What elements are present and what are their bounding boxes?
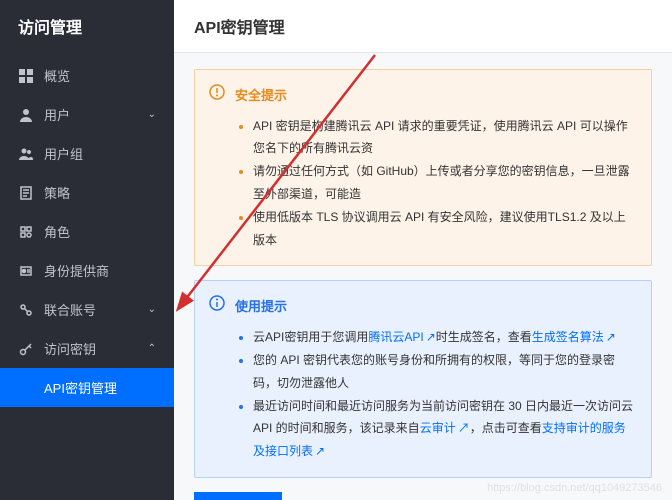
idp-icon [18, 263, 34, 279]
sidebar: 访问管理 概览 用户 ⌄ 用户组 策略 角色 身份提供商 联合账号 ⌄ 访问密钥… [0, 0, 174, 500]
link-api[interactable]: 腾讯云API↗ [368, 330, 435, 344]
banner-title: 安全提示 [235, 84, 635, 109]
create-key-button[interactable]: 新建密钥 [194, 492, 282, 500]
security-banner: 安全提示 API 密钥是构建腾讯云 API 请求的重要凭证，使用腾讯云 API … [194, 69, 652, 266]
usage-banner: 使用提示 云API密钥用于您调用腾讯云API↗时生成签名，查看生成签名算法↗ 您… [194, 280, 652, 477]
sidebar-item-policies[interactable]: 策略 [0, 173, 174, 212]
sidebar-item-label: API密钥管理 [44, 378, 117, 397]
users-icon [18, 146, 34, 162]
sidebar-item-label: 概览 [44, 66, 70, 85]
sidebar-item-label: 访问密钥 [44, 339, 96, 358]
chevron-down-icon: ⌄ [148, 304, 156, 315]
warning-icon [209, 84, 225, 108]
external-icon: ↗ [315, 444, 325, 458]
info-icon [209, 295, 225, 319]
external-icon: ↗ [426, 330, 436, 344]
sidebar-item-label: 策略 [44, 183, 70, 202]
external-icon: ↗ [606, 330, 616, 344]
overview-icon [18, 68, 34, 84]
sidebar-item-api-key-mgmt[interactable]: API密钥管理 [0, 368, 174, 407]
sidebar-item-label: 用户组 [44, 144, 83, 163]
sidebar-item-overview[interactable]: 概览 [0, 56, 174, 95]
sidebar-title: 访问管理 [0, 0, 174, 56]
sidebar-item-idp[interactable]: 身份提供商 [0, 251, 174, 290]
link-audit[interactable]: 云审计↗ [420, 421, 470, 435]
banner-item: 使用低版本 TLS 协议调用云 API 有安全风险，建议使用TLS1.2 及以上… [253, 206, 635, 252]
sidebar-item-users[interactable]: 用户 ⌄ [0, 95, 174, 134]
sidebar-item-roles[interactable]: 角色 [0, 212, 174, 251]
banner-item: 云API密钥用于您调用腾讯云API↗时生成签名，查看生成签名算法↗ [253, 326, 635, 349]
banner-item: 您的 API 密钥代表您的账号身份和所拥有的权限，等同于您的登录密码，切勿泄露他… [253, 349, 635, 395]
federated-icon [18, 302, 34, 318]
banner-item: API 密钥是构建腾讯云 API 请求的重要凭证，使用腾讯云 API 可以操作您… [253, 115, 635, 161]
sidebar-item-federated[interactable]: 联合账号 ⌄ [0, 290, 174, 329]
chevron-up-icon: ⌃ [148, 343, 156, 354]
banner-item: 最近访问时间和最近访问服务为当前访问密钥在 30 日内最近一次访问云 API 的… [253, 395, 635, 463]
sidebar-item-label: 角色 [44, 222, 70, 241]
sidebar-item-label: 联合账号 [44, 300, 96, 319]
role-icon [18, 224, 34, 240]
banner-item: 请勿通过任何方式（如 GitHub）上传或者分享您的密钥信息，一旦泄露至外部渠道… [253, 160, 635, 206]
user-icon [18, 107, 34, 123]
banner-title: 使用提示 [235, 295, 635, 320]
chevron-down-icon: ⌄ [148, 109, 156, 120]
content: 安全提示 API 密钥是构建腾讯云 API 请求的重要凭证，使用腾讯云 API … [174, 53, 672, 500]
policy-icon [18, 185, 34, 201]
sidebar-item-label: 用户 [44, 105, 70, 124]
sidebar-item-access-keys[interactable]: 访问密钥 ⌃ [0, 329, 174, 368]
main: API密钥管理 安全提示 API 密钥是构建腾讯云 API 请求的重要凭证，使用… [174, 0, 672, 500]
page-title: API密钥管理 [174, 0, 672, 53]
link-sig[interactable]: 生成签名算法↗ [532, 330, 616, 344]
external-icon: ↗ [458, 421, 470, 435]
sidebar-item-usergroups[interactable]: 用户组 [0, 134, 174, 173]
sidebar-item-label: 身份提供商 [44, 261, 109, 280]
key-icon [18, 341, 34, 357]
